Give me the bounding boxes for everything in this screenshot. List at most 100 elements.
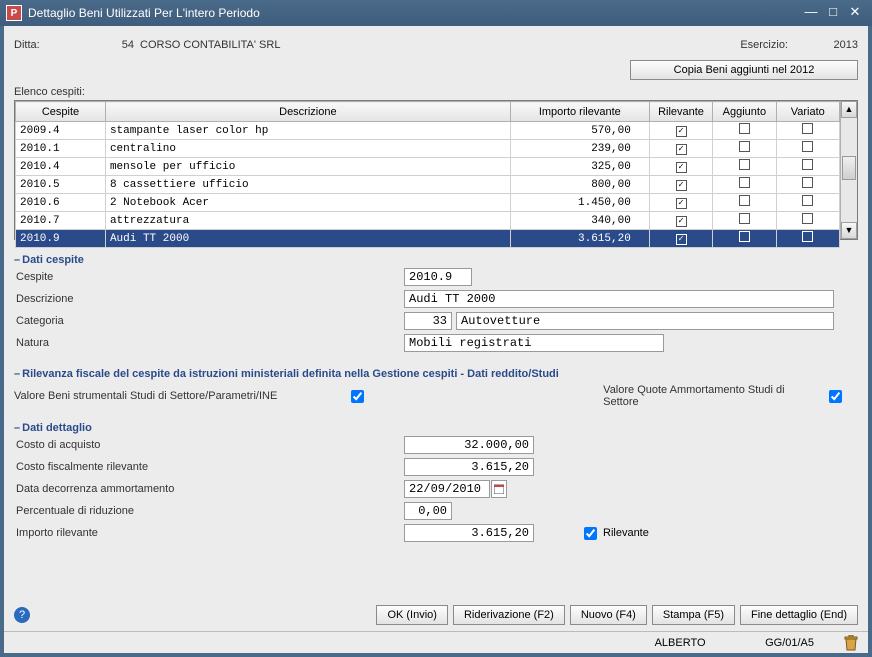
col-variato[interactable]: Variato: [776, 102, 839, 122]
cell-importo: 239,00: [510, 140, 649, 158]
cell-aggiunto[interactable]: [713, 212, 776, 230]
cell-rilevante[interactable]: [649, 230, 712, 248]
col-rilevante[interactable]: Rilevante: [649, 102, 712, 122]
maximize-button[interactable]: □: [822, 4, 844, 22]
fine-dettaglio-button[interactable]: Fine dettaglio (End): [740, 605, 858, 625]
grid-container: Cespite Descrizione Importo rilevante Ri…: [14, 100, 858, 240]
section-dati-cespite: Dati cespite: [14, 254, 858, 266]
cell-variato[interactable]: [776, 158, 839, 176]
minimize-button[interactable]: —: [800, 4, 822, 22]
cespite-input[interactable]: [404, 268, 472, 286]
cell-variato[interactable]: [776, 230, 839, 248]
valore-quote-checkbox[interactable]: [829, 390, 842, 403]
stampa-button[interactable]: Stampa (F5): [652, 605, 735, 625]
cell-importo: 1.450,00: [510, 194, 649, 212]
cell-descrizione: stampante laser color hp: [105, 122, 510, 140]
cell-descrizione: mensole per ufficio: [105, 158, 510, 176]
cell-cespite: 2010.4: [16, 158, 106, 176]
cell-importo: 340,00: [510, 212, 649, 230]
calendar-icon[interactable]: [491, 480, 507, 498]
cell-cespite: 2010.6: [16, 194, 106, 212]
natura-label: Natura: [14, 337, 404, 349]
valore-quote-label: Valore Quote Ammortamento Studi di Setto…: [603, 384, 817, 408]
titlebar: P Dettaglio Beni Utilizzati Per L'intero…: [0, 0, 872, 26]
scroll-track[interactable]: [841, 118, 857, 222]
col-importo[interactable]: Importo rilevante: [510, 102, 649, 122]
importo-rilevante-input[interactable]: [404, 524, 534, 542]
app-icon: P: [6, 5, 22, 21]
cell-variato[interactable]: [776, 122, 839, 140]
window-title: Dettaglio Beni Utilizzati Per L'intero P…: [28, 6, 800, 20]
natura-input[interactable]: [404, 334, 664, 352]
categoria-label: Categoria: [14, 315, 404, 327]
costo-fiscale-input[interactable]: [404, 458, 534, 476]
button-bar: OK (Invio) Riderivazione (F2) Nuovo (F4)…: [14, 605, 858, 625]
cell-variato[interactable]: [776, 140, 839, 158]
scroll-down-button[interactable]: ▼: [841, 222, 857, 239]
cell-rilevante[interactable]: [649, 122, 712, 140]
table-row[interactable]: 2010.1centralino239,00: [16, 140, 840, 158]
cell-rilevante[interactable]: [649, 176, 712, 194]
cell-descrizione: attrezzatura: [105, 212, 510, 230]
cell-variato[interactable]: [776, 176, 839, 194]
esercizio-value: 2013: [818, 39, 858, 51]
nuovo-button[interactable]: Nuovo (F4): [570, 605, 647, 625]
cell-cespite: 2009.4: [16, 122, 106, 140]
ditta-number: 54: [104, 39, 134, 51]
cell-rilevante[interactable]: [649, 212, 712, 230]
grid-scrollbar[interactable]: ▲ ▼: [840, 101, 857, 239]
percentuale-riduzione-input[interactable]: [404, 502, 452, 520]
percentuale-riduzione-label: Percentuale di riduzione: [14, 505, 404, 517]
cell-importo: 800,00: [510, 176, 649, 194]
valore-beni-label: Valore Beni strumentali Studi di Settore…: [14, 390, 345, 402]
content-area: Ditta: 54 CORSO CONTABILITA' SRL Eserciz…: [4, 26, 868, 653]
cespiti-grid[interactable]: Cespite Descrizione Importo rilevante Ri…: [15, 101, 840, 248]
col-descrizione[interactable]: Descrizione: [105, 102, 510, 122]
categoria-num-input[interactable]: [404, 312, 452, 330]
copy-beni-button[interactable]: Copia Beni aggiunti nel 2012: [630, 60, 858, 80]
cell-aggiunto[interactable]: [713, 176, 776, 194]
cell-rilevante[interactable]: [649, 140, 712, 158]
col-aggiunto[interactable]: Aggiunto: [713, 102, 776, 122]
rilevante-checkbox[interactable]: [584, 527, 597, 540]
riderivazione-button[interactable]: Riderivazione (F2): [453, 605, 565, 625]
table-row[interactable]: 2010.4mensole per ufficio325,00: [16, 158, 840, 176]
ok-button[interactable]: OK (Invio): [376, 605, 448, 625]
scroll-thumb[interactable]: [842, 156, 856, 180]
valore-beni-checkbox[interactable]: [351, 390, 364, 403]
app-window: P Dettaglio Beni Utilizzati Per L'intero…: [0, 0, 872, 657]
close-button[interactable]: ✕: [844, 4, 866, 22]
table-row[interactable]: 2010.7attrezzatura340,00: [16, 212, 840, 230]
costo-acquisto-input[interactable]: [404, 436, 534, 454]
table-row[interactable]: 2009.4stampante laser color hp570,00: [16, 122, 840, 140]
cell-importo: 3.615,20: [510, 230, 649, 248]
cell-variato[interactable]: [776, 194, 839, 212]
cell-descrizione: 2 Notebook Acer: [105, 194, 510, 212]
table-row[interactable]: 2010.9Audi TT 20003.615,20: [16, 230, 840, 248]
table-row[interactable]: 2010.58 cassettiere ufficio800,00: [16, 176, 840, 194]
trash-icon[interactable]: [844, 635, 858, 651]
scroll-up-button[interactable]: ▲: [841, 101, 857, 118]
cell-aggiunto[interactable]: [713, 158, 776, 176]
data-decorrenza-input[interactable]: [404, 480, 490, 498]
ditta-name: CORSO CONTABILITA' SRL: [140, 39, 740, 51]
categoria-desc-input[interactable]: [456, 312, 834, 330]
cell-rilevante[interactable]: [649, 194, 712, 212]
cell-aggiunto[interactable]: [713, 140, 776, 158]
costo-acquisto-label: Costo di acquisto: [14, 439, 404, 451]
elenco-cespiti-label: Elenco cespiti:: [14, 86, 858, 98]
col-cespite[interactable]: Cespite: [16, 102, 106, 122]
costo-fiscale-label: Costo fiscalmente rilevante: [14, 461, 404, 473]
cell-variato[interactable]: [776, 212, 839, 230]
cell-cespite: 2010.9: [16, 230, 106, 248]
data-decorrenza-label: Data decorrenza ammortamento: [14, 483, 404, 495]
status-user: ALBERTO: [625, 637, 735, 649]
cell-aggiunto[interactable]: [713, 230, 776, 248]
table-row[interactable]: 2010.62 Notebook Acer1.450,00: [16, 194, 840, 212]
section-dati-dettaglio: Dati dettaglio: [14, 422, 858, 434]
cell-aggiunto[interactable]: [713, 194, 776, 212]
ditta-label: Ditta:: [14, 39, 104, 51]
cell-rilevante[interactable]: [649, 158, 712, 176]
descrizione-input[interactable]: [404, 290, 834, 308]
cell-aggiunto[interactable]: [713, 122, 776, 140]
